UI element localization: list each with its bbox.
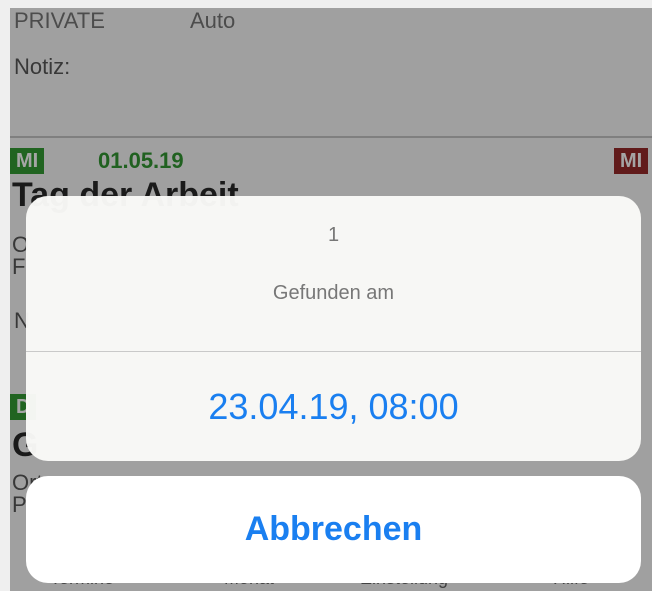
found-date-button[interactable]: 23.04.19, 08:00 [26,352,641,461]
action-sheet-message: Gefunden am [272,282,395,304]
action-sheet-title: 1 [327,224,340,246]
action-sheet: 1 Gefunden am 23.04.19, 08:00 [26,196,641,461]
cancel-button[interactable]: Abbrechen [26,476,641,583]
